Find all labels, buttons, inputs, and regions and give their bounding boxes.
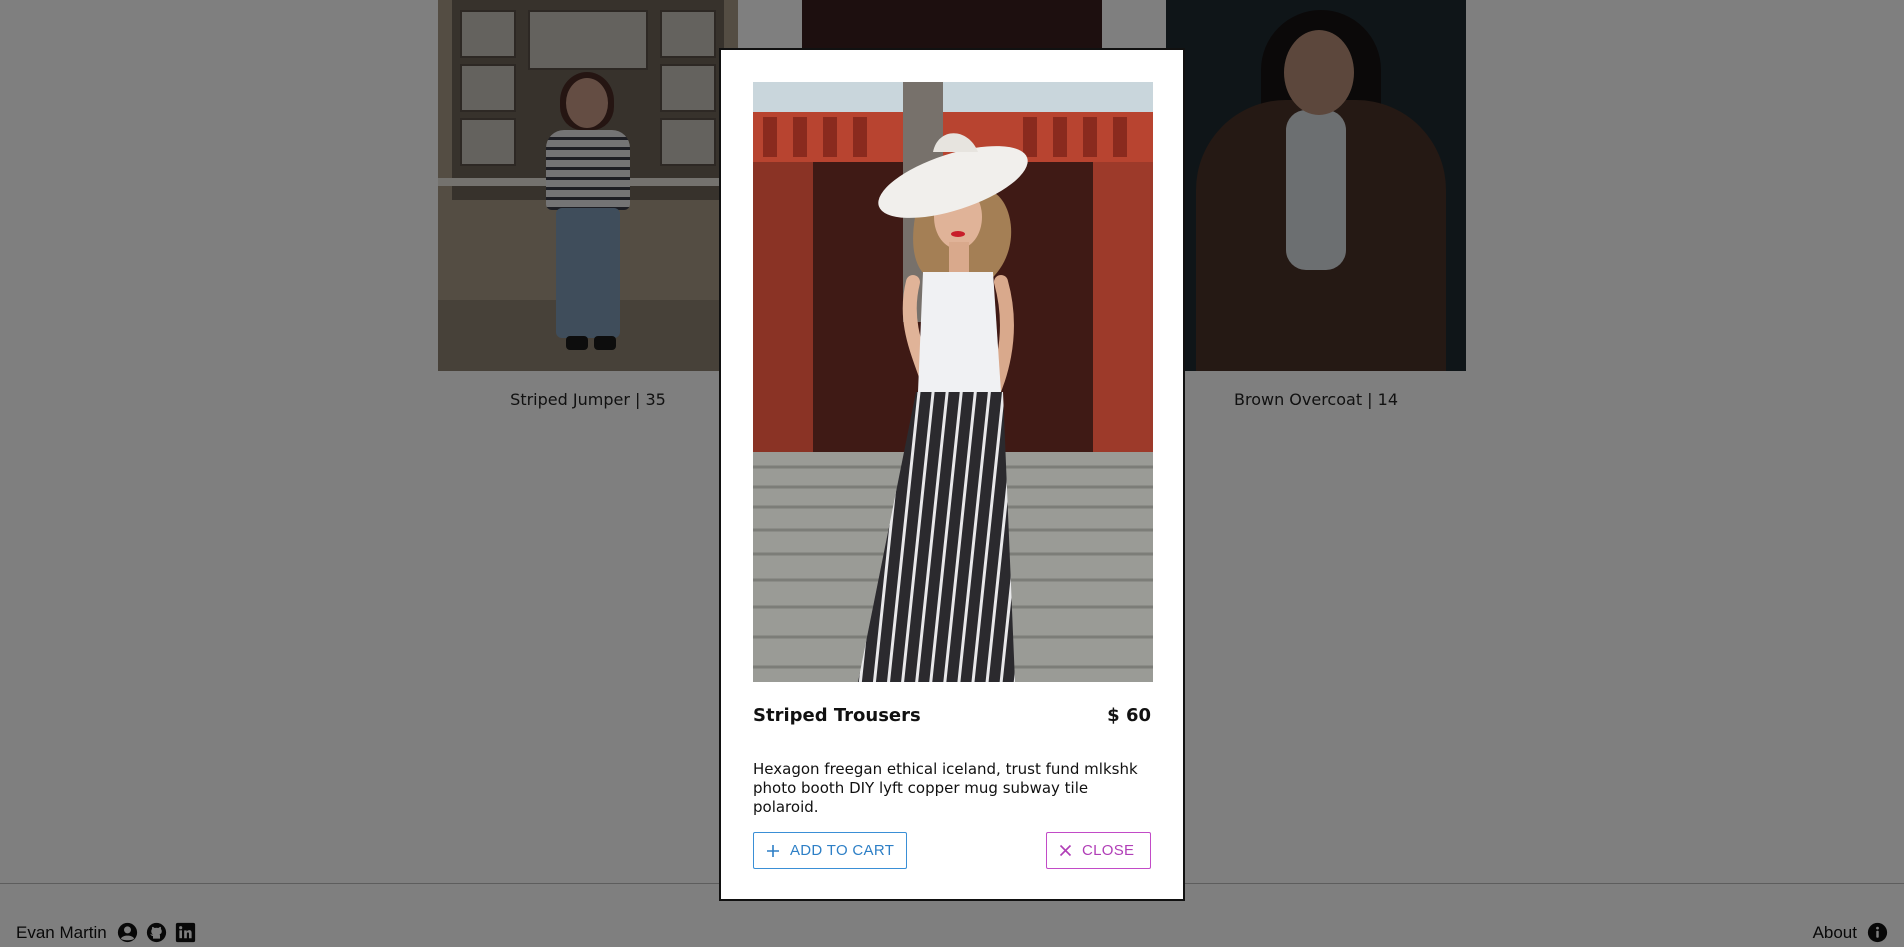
close-icon (1059, 844, 1072, 857)
add-to-cart-label: ADD TO CART (790, 842, 895, 859)
product-price: $ 60 (1107, 705, 1151, 726)
product-modal: Striped Trousers $ 60 Hexagon freegan et… (719, 48, 1185, 901)
add-to-cart-button[interactable]: ADD TO CART (753, 832, 907, 869)
close-button[interactable]: CLOSE (1046, 832, 1151, 869)
product-title: Striped Trousers (753, 705, 921, 726)
close-label: CLOSE (1082, 842, 1135, 859)
plus-icon (767, 844, 779, 857)
product-description: Hexagon freegan ethical iceland, trust f… (753, 760, 1138, 816)
product-modal-image (753, 82, 1153, 682)
